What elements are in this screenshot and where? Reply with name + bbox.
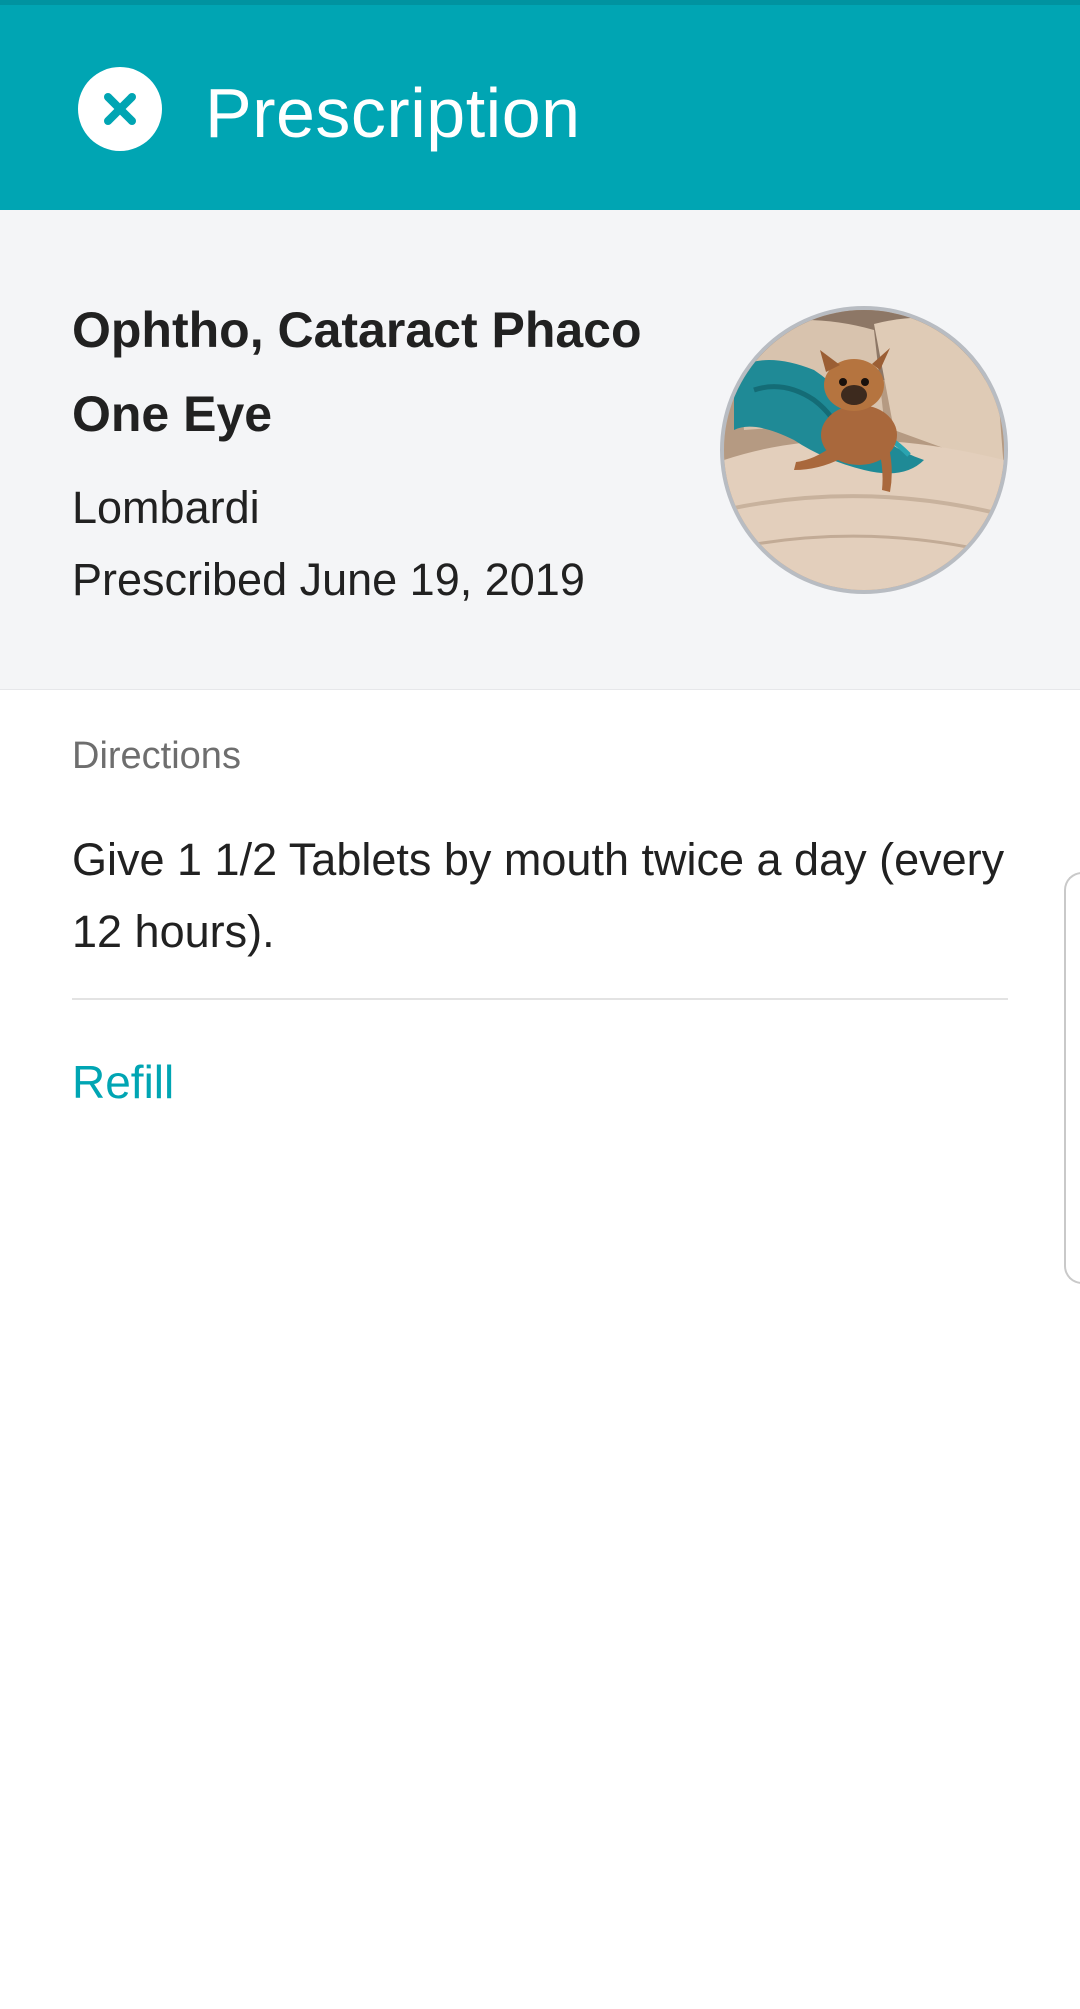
- directions-label: Directions: [72, 735, 241, 777]
- prescription-summary: Ophtho, Cataract Phaco One Eye Lombardi …: [0, 210, 1080, 690]
- edge-panel-handle[interactable]: [1064, 872, 1080, 1284]
- doctor-name: Lombardi: [72, 482, 260, 533]
- directions-text: Give 1 1/2 Tablets by mouth twice a day …: [72, 834, 1005, 957]
- pet-photo: [720, 306, 1008, 594]
- app-header: Prescription: [0, 0, 1080, 210]
- page-title: Prescription: [205, 74, 581, 152]
- refill-link[interactable]: Refill: [72, 1054, 174, 1110]
- procedure-name: Ophtho, Cataract Phaco One Eye: [72, 302, 642, 442]
- close-icon: [104, 93, 136, 125]
- close-button[interactable]: [78, 67, 162, 151]
- prescription-screen: Prescription Ophtho, Cataract Phaco One …: [0, 0, 1080, 2009]
- prescribed-date: Prescribed June 19, 2019: [72, 554, 585, 605]
- divider: [72, 998, 1008, 1000]
